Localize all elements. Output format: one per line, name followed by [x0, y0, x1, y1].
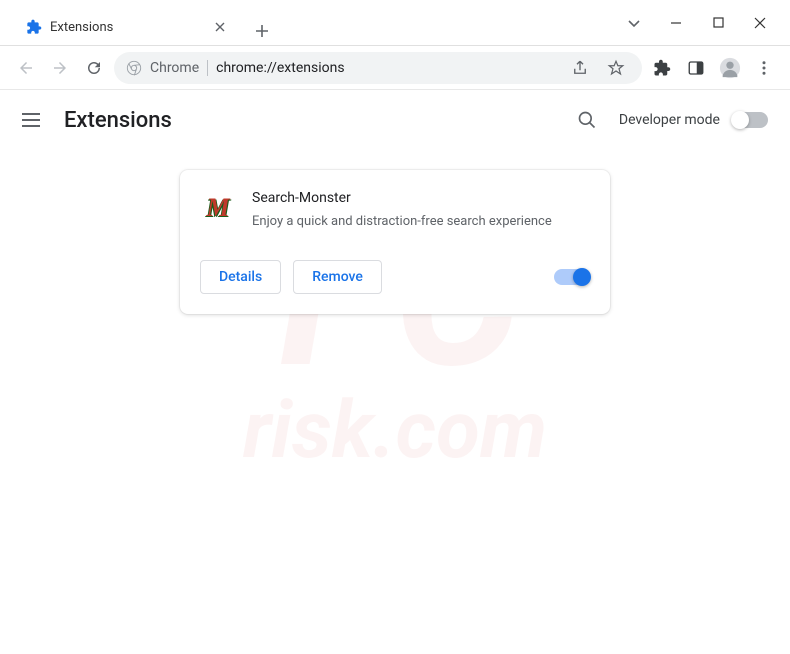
- tab-strip: Extensions: [0, 0, 276, 45]
- page-header: Extensions Developer mode: [0, 90, 790, 150]
- back-button[interactable]: [12, 54, 40, 82]
- forward-button[interactable]: [46, 54, 74, 82]
- extensions-puzzle-icon[interactable]: [648, 54, 676, 82]
- address-bar[interactable]: Chrome chrome://extensions: [114, 52, 642, 84]
- hamburger-menu-icon[interactable]: [22, 108, 46, 132]
- browser-tab[interactable]: Extensions: [12, 9, 242, 45]
- url-divider: [207, 60, 208, 76]
- search-icon[interactable]: [573, 106, 601, 134]
- extensions-list: M Search-Monster Enjoy a quick and distr…: [0, 150, 790, 334]
- share-icon[interactable]: [566, 54, 594, 82]
- tab-title: Extensions: [50, 20, 113, 35]
- page-title: Extensions: [64, 108, 172, 133]
- extension-description: Enjoy a quick and distraction-free searc…: [252, 212, 590, 232]
- new-tab-button[interactable]: [248, 17, 276, 45]
- url-scheme-label: Chrome: [150, 60, 199, 76]
- window-minimize-button[interactable]: [668, 15, 684, 31]
- extension-app-icon: M: [200, 190, 236, 226]
- extension-puzzle-icon: [26, 19, 42, 35]
- watermark-small: risk.com: [243, 383, 547, 477]
- overflow-menu-icon[interactable]: [750, 54, 778, 82]
- window-close-button[interactable]: [752, 15, 768, 31]
- chevron-down-icon[interactable]: [626, 15, 642, 31]
- side-panel-icon[interactable]: [682, 54, 710, 82]
- developer-mode-toggle[interactable]: [732, 112, 768, 128]
- window-titlebar: Extensions: [0, 0, 790, 46]
- browser-toolbar: Chrome chrome://extensions: [0, 46, 790, 90]
- chrome-logo-icon: [126, 60, 142, 76]
- remove-button[interactable]: Remove: [293, 260, 382, 294]
- details-button[interactable]: Details: [200, 260, 281, 294]
- extension-enable-toggle[interactable]: [554, 269, 590, 285]
- close-tab-icon[interactable]: [212, 19, 228, 35]
- extension-name: Search-Monster: [252, 190, 590, 206]
- bookmark-star-icon[interactable]: [602, 54, 630, 82]
- profile-avatar-icon[interactable]: [716, 54, 744, 82]
- extension-card: M Search-Monster Enjoy a quick and distr…: [180, 170, 610, 314]
- reload-button[interactable]: [80, 54, 108, 82]
- url-text: chrome://extensions: [216, 60, 344, 76]
- window-maximize-button[interactable]: [710, 15, 726, 31]
- developer-mode-label: Developer mode: [619, 112, 720, 128]
